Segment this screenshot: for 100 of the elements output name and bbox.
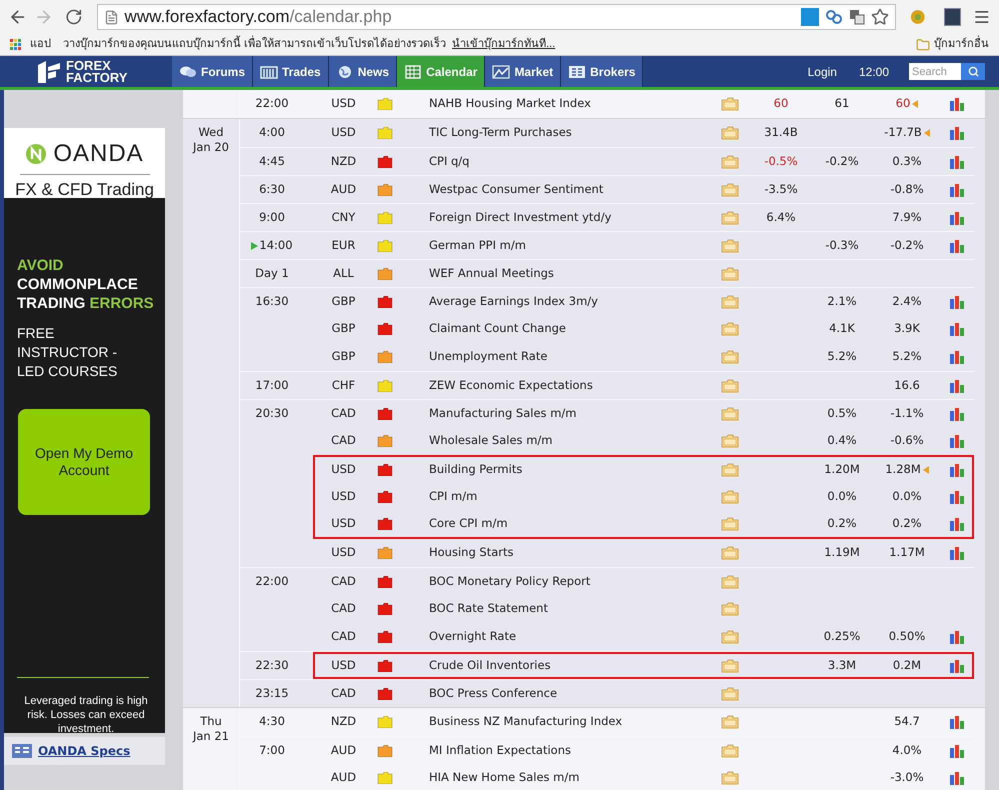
url-domain: www.forexfactory.com: [124, 6, 290, 28]
currency-code: NZD: [330, 713, 356, 730]
ad-banner[interactable]: OANDA FX & CFD Trading AVOID COMMONPLACE TRADING ERRORS FREE INSTRUCTOR - LED COURSES Open My Demo Account Leveraged trading is high risk. Losses can exceed investment.: [4, 128, 165, 733]
bar-chart-icon[interactable]: [949, 97, 965, 111]
nav-tab[interactable]: News: [328, 56, 398, 87]
demo-account-button[interactable]: Open My Demo Account: [18, 409, 150, 515]
apps-label[interactable]: แอป: [30, 36, 51, 53]
folder-icon[interactable]: [721, 97, 739, 111]
folder-icon[interactable]: [721, 715, 739, 729]
currency-code: EUR: [332, 236, 356, 254]
currency-code: USD: [331, 544, 356, 562]
translate-icon[interactable]: [849, 9, 866, 25]
event-name[interactable]: CPI q/q: [429, 152, 470, 170]
event-name[interactable]: CPI m/m: [429, 488, 478, 506]
previous-value: 0.2%: [892, 515, 922, 532]
event-name[interactable]: ZEW Economic Expectations: [429, 376, 593, 394]
nav-tab[interactable]: Market: [485, 56, 562, 87]
event-name[interactable]: German PPI m/m: [429, 236, 526, 254]
event-name[interactable]: Business NZ Manufacturing Index: [429, 713, 622, 731]
bar-chart-icon[interactable]: [949, 322, 965, 336]
event-time: 22:30: [255, 656, 289, 674]
event-name[interactable]: Westpac Consumer Sentiment: [429, 180, 604, 198]
login-link[interactable]: Login: [808, 62, 837, 80]
nav-tab[interactable]: Brokers: [561, 56, 644, 87]
actual-value: 31.4B: [764, 124, 798, 142]
event-name[interactable]: Building Permits: [429, 461, 522, 479]
event-name[interactable]: Claimant Count Change: [429, 320, 566, 338]
other-bookmarks[interactable]: บุ๊กมาร์กอื่น: [934, 36, 989, 53]
event-name[interactable]: TIC Long-Term Purchases: [429, 124, 572, 142]
currency-code: CAD: [331, 432, 356, 450]
event-name[interactable]: Average Earnings Index 3m/y: [429, 292, 598, 310]
star-icon[interactable]: [871, 8, 890, 26]
event-name[interactable]: Foreign Direct Investment ytd/y: [429, 208, 612, 226]
bar-chart-icon[interactable]: [949, 154, 965, 168]
menu-icon[interactable]: [973, 8, 991, 26]
previous-value: 1.28M: [885, 461, 921, 478]
previous-value: -0.8%: [890, 180, 924, 198]
event-time: Day 1: [255, 264, 289, 282]
forecast-value: 5.2%: [827, 348, 857, 366]
actual-value: -0.5%: [764, 152, 798, 170]
building-icon: [12, 744, 32, 758]
actual-value: 60: [774, 95, 788, 112]
event-name[interactable]: MI Inflation Expectations: [429, 742, 571, 760]
event-time: 22:00: [255, 572, 289, 590]
folder-icon[interactable]: [721, 744, 739, 758]
event-name[interactable]: Housing Starts: [429, 544, 514, 562]
reload-icon[interactable]: [65, 8, 83, 26]
bar-chart-icon[interactable]: [949, 294, 965, 308]
event-name[interactable]: HIA New Home Sales m/m: [429, 769, 580, 787]
chain-link-icon[interactable]: [825, 9, 844, 25]
bar-chart-icon[interactable]: [949, 350, 965, 364]
event-name[interactable]: NAHB Housing Market Index: [429, 95, 591, 113]
currency-code: CHF: [332, 376, 356, 394]
bar-chart-icon[interactable]: [949, 378, 965, 392]
nav-tab[interactable]: Trades: [253, 56, 329, 87]
search-button[interactable]: [961, 63, 985, 80]
previous-value: 16.6: [894, 376, 920, 394]
bar-chart-icon[interactable]: [949, 546, 965, 560]
event-name[interactable]: Overnight Rate: [429, 628, 516, 646]
calendar-icon: [404, 64, 422, 78]
nav-tab[interactable]: Forums: [172, 56, 254, 87]
ad-tagline: FX & CFD Trading: [15, 179, 154, 201]
event-name[interactable]: BOC Rate Statement: [429, 600, 548, 618]
event-name[interactable]: Unemployment Rate: [429, 348, 548, 366]
bar-chart-icon[interactable]: [949, 715, 965, 729]
folder-icon[interactable]: [721, 771, 739, 785]
bar-chart-icon[interactable]: [949, 490, 965, 504]
previous-value: 7.9%: [892, 208, 922, 226]
event-name[interactable]: BOC Press Conference: [429, 684, 558, 702]
previous-value: 5.2%: [892, 348, 922, 366]
extension-icon[interactable]: [944, 8, 962, 26]
search-icon: [968, 66, 978, 77]
bar-chart-icon[interactable]: [949, 658, 965, 672]
event-name[interactable]: Wholesale Sales m/m: [429, 432, 552, 450]
currency-code: USD: [331, 95, 356, 112]
bar-chart-icon[interactable]: [949, 434, 965, 448]
bar-chart-icon[interactable]: [949, 771, 965, 785]
search-field[interactable]: Search: [909, 63, 961, 80]
bar-chart-icon[interactable]: [949, 630, 965, 644]
bar-chart-icon[interactable]: [949, 463, 965, 477]
day-date: Jan 20: [192, 140, 230, 155]
bar-chart-icon[interactable]: [949, 210, 965, 224]
event-time: 7:00: [259, 742, 285, 759]
event-name[interactable]: BOC Monetary Policy Report: [429, 572, 590, 590]
event-name[interactable]: WEF Annual Meetings: [429, 264, 554, 282]
site-logo[interactable]: FOREX FACTORY: [0, 56, 172, 87]
event-name[interactable]: Crude Oil Inventories: [429, 656, 551, 674]
currency-code: USD: [331, 515, 356, 532]
event-name[interactable]: Core CPI m/m: [429, 515, 508, 533]
import-bookmarks-link[interactable]: นำเข้าบุ๊กมาร์กทันที...: [452, 36, 556, 53]
bar-chart-icon[interactable]: [949, 517, 965, 531]
previous-value: -17.7B: [884, 124, 922, 142]
event-name[interactable]: Manufacturing Sales m/m: [429, 404, 576, 422]
bar-chart-icon[interactable]: [949, 126, 965, 140]
apps-grid-icon[interactable]: [10, 38, 22, 50]
bar-chart-icon[interactable]: [949, 238, 965, 252]
address-bar[interactable]: www.forexfactory.com/calendar.php: [96, 4, 896, 30]
bar-chart-icon[interactable]: [949, 406, 965, 420]
bar-chart-icon[interactable]: [949, 744, 965, 758]
bar-chart-icon[interactable]: [949, 182, 965, 196]
